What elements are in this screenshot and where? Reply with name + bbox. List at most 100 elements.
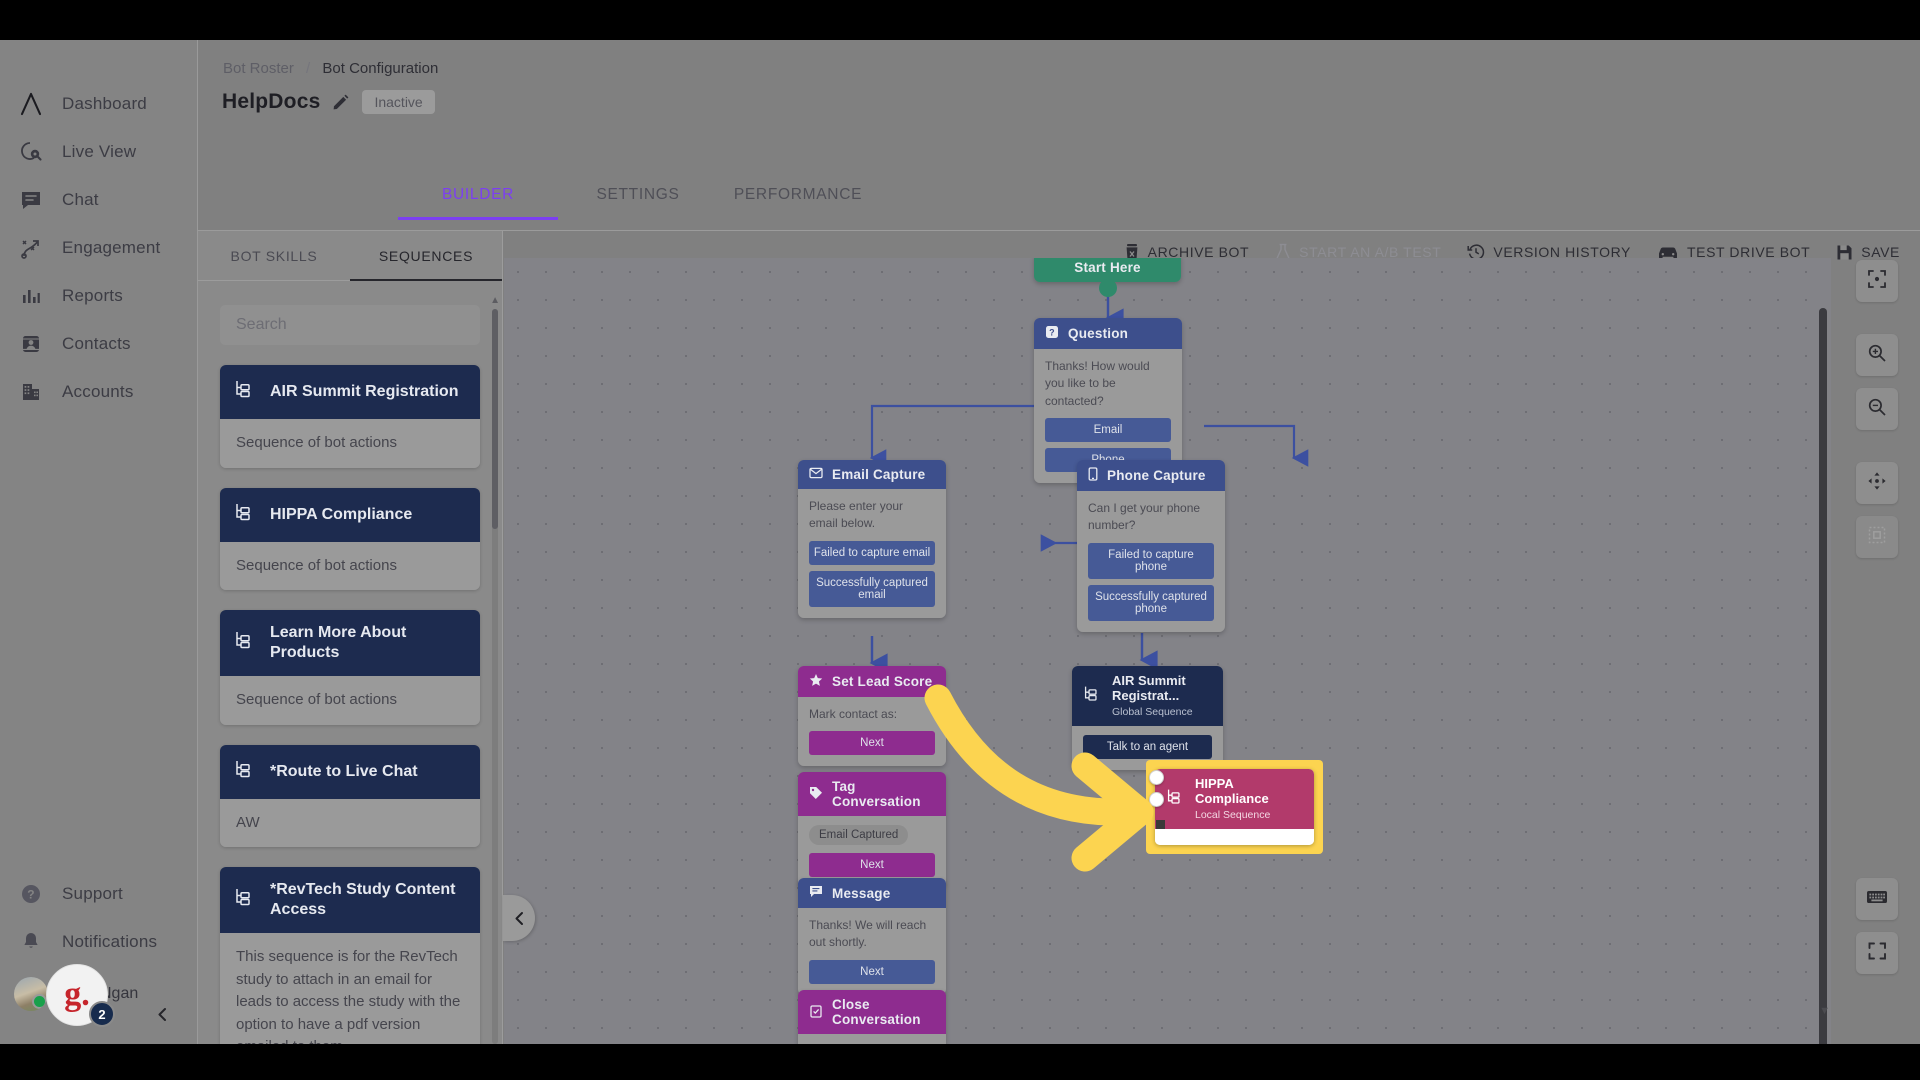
breadcrumb-parent[interactable]: Bot Roster [223, 60, 294, 77]
node-question[interactable]: ? Question Thanks! How would you like to… [1034, 318, 1182, 484]
pan-move-button[interactable] [1856, 462, 1898, 504]
node-resize-handle[interactable] [1156, 820, 1165, 829]
canvas-scroll-down-arrow[interactable]: ▼ [1819, 1005, 1830, 1017]
focus-center-button[interactable] [1856, 260, 1898, 302]
tab-performance[interactable]: PERFORMANCE [718, 186, 878, 220]
avatar [14, 977, 48, 1011]
sidebar-item-dashboard[interactable]: Dashboard [0, 80, 198, 128]
node-email-capture[interactable]: Email Capture Please enter your email be… [798, 460, 946, 618]
user-profile-row[interactable]: Ngan g. 2 [0, 964, 198, 1027]
panel-scrollbar[interactable] [492, 309, 498, 1044]
chat-bubble-icon [18, 187, 44, 213]
sidebar-item-label: Chat [62, 190, 99, 209]
node-tag-conversation[interactable]: Tag Conversation Email Captured Next [798, 772, 946, 888]
zoom-in-button[interactable] [1856, 334, 1898, 376]
node-subtitle: Local Sequence [1195, 808, 1271, 821]
node-option-button[interactable]: Email [1045, 418, 1171, 443]
left-sidebar: Dashboard Live View Chat Engagement Repo… [0, 40, 198, 1044]
sidebar-item-live-view[interactable]: Live View [0, 128, 198, 176]
focus-center-icon [1867, 269, 1887, 294]
list-item[interactable]: Learn More About Products Sequence of bo… [220, 610, 480, 725]
node-hippa-compliance-sequence[interactable]: HIPPA Compliance Local Sequence [1155, 769, 1314, 845]
breadcrumb-current: Bot Configuration [322, 60, 439, 77]
node-title: Phone Capture [1107, 468, 1206, 483]
bar-chart-icon [18, 283, 44, 309]
node-text: Please enter your email below. [809, 499, 904, 531]
canvas-scrollbar-thumb[interactable] [1819, 308, 1827, 1044]
sidebar-collapse-button[interactable] [148, 1000, 176, 1028]
node-option-button[interactable]: Talk to an agent [1083, 734, 1212, 759]
node-option-button[interactable]: Successfully captured phone [1088, 584, 1214, 621]
node-phone-capture[interactable]: Phone Capture Can I get your phone numbe… [1077, 460, 1225, 632]
node-body: Thanks! We will reach out shortly. Next [798, 908, 946, 995]
sidebar-item-support[interactable]: ? Support [0, 870, 198, 918]
sidebar-item-engagement[interactable]: Engagement [0, 224, 198, 272]
list-item[interactable]: AIR Summit Registration Sequence of bot … [220, 365, 480, 468]
node-title: HIPPA Compliance [1195, 776, 1269, 806]
node-option-button[interactable]: Next [809, 853, 935, 877]
tab-builder[interactable]: BUILDER [398, 186, 558, 220]
node-option-button[interactable]: Failed to capture email [809, 540, 935, 565]
envelope-icon [809, 467, 823, 482]
floppy-disk-icon [1836, 244, 1853, 261]
pan-move-icon [1867, 471, 1887, 496]
search-input[interactable] [236, 316, 464, 334]
edit-pencil-icon[interactable] [332, 93, 350, 111]
node-header: HIPPA Compliance Local Sequence [1155, 769, 1314, 829]
node-body [1155, 828, 1314, 845]
sidebar-item-label: Live View [62, 142, 137, 161]
sidebar-item-accounts[interactable]: Accounts [0, 368, 198, 416]
panel-scroll-up-arrow[interactable]: ▲ [490, 295, 500, 306]
tag-chip: Email Captured [809, 825, 909, 845]
sidebar-item-chat[interactable]: Chat [0, 176, 198, 224]
save-button[interactable]: SAVE [1836, 244, 1900, 261]
node-port-top[interactable] [1149, 770, 1164, 785]
sequence-title: HIPPA Compliance [270, 505, 413, 523]
search-box[interactable] [220, 305, 480, 345]
select-region-button[interactable] [1856, 516, 1898, 558]
tab-bot-skills[interactable]: BOT SKILLS [198, 231, 350, 280]
zoom-out-icon [1867, 397, 1887, 422]
sequence-description: Sequence of bot actions [220, 676, 480, 725]
mobile-phone-icon [1088, 467, 1098, 484]
node-option-button[interactable]: Successfully captured email [809, 570, 935, 607]
canvas-scrollbar[interactable] [1819, 308, 1827, 1044]
breadcrumb-separator: / [306, 60, 311, 77]
node-header: Tag Conversation [798, 772, 946, 816]
help-circle-icon: ? [18, 881, 44, 907]
start-output-port[interactable] [1099, 279, 1117, 297]
star-icon [809, 673, 823, 690]
node-port-bottom[interactable] [1149, 792, 1164, 807]
node-header: AIR Summit Registrat... Global Sequence [1072, 666, 1223, 726]
node-option-button[interactable]: Next [809, 959, 935, 984]
node-close-conversation[interactable]: Close Conversation Close the conversatio… [798, 990, 946, 1044]
flow-canvas[interactable]: Start Here ? Question Thanks! How would … [504, 258, 1831, 1044]
node-option-button[interactable]: Failed to capture phone [1088, 542, 1214, 579]
node-set-lead-score[interactable]: Set Lead Score Mark contact as: Next [798, 666, 946, 767]
node-air-summit-sequence[interactable]: AIR Summit Registrat... Global Sequence … [1072, 666, 1223, 770]
panel-scrollbar-thumb[interactable] [492, 309, 498, 529]
sidebar-item-notifications[interactable]: Notifications [0, 918, 198, 966]
fullscreen-button[interactable] [1856, 932, 1898, 974]
sidebar-item-label: Dashboard [62, 94, 147, 113]
list-item[interactable]: HIPPA Compliance Sequence of bot actions [220, 487, 480, 590]
grammarly-badge-icon[interactable]: g. 2 [46, 964, 115, 1027]
node-header: Close Conversation [798, 990, 946, 1034]
tab-settings[interactable]: SETTINGS [558, 186, 718, 220]
zoom-out-button[interactable] [1856, 388, 1898, 430]
list-item[interactable]: *Route to Live Chat AW [220, 744, 480, 847]
application-root: Dashboard Live View Chat Engagement Repo… [0, 40, 1920, 1044]
page-tabs: BUILDER SETTINGS PERFORMANCE [398, 186, 878, 220]
node-message[interactable]: Message Thanks! We will reach out shortl… [798, 878, 946, 995]
bot-title-row: HelpDocs Inactive [222, 90, 435, 114]
sequence-title: Learn More About Products [270, 624, 407, 661]
tab-sequences[interactable]: SEQUENCES [350, 231, 502, 281]
node-title: Set Lead Score [832, 674, 933, 689]
keyboard-shortcuts-button[interactable] [1856, 878, 1898, 920]
action-label: SAVE [1861, 244, 1900, 260]
sidebar-item-contacts[interactable]: Contacts [0, 320, 198, 368]
list-item[interactable]: *RevTech Study Content Access This seque… [220, 867, 480, 1044]
sidebar-item-reports[interactable]: Reports [0, 272, 198, 320]
node-option-button[interactable]: Next [809, 731, 935, 756]
